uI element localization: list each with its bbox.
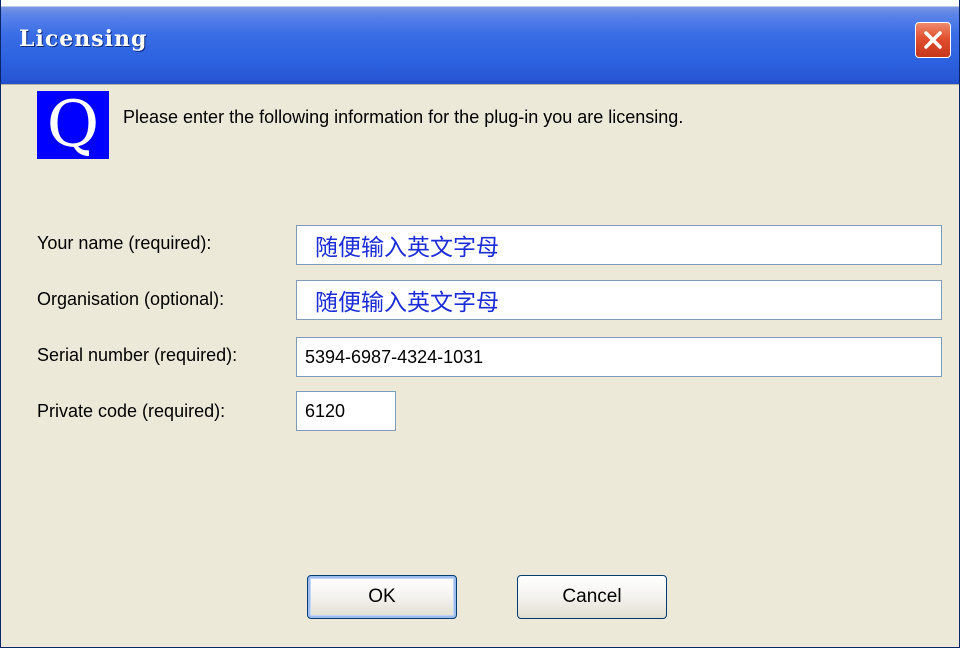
private-code-label: Private code (required):: [37, 401, 226, 421]
name-label: Your name (required):: [37, 233, 212, 253]
window-title: Licensing: [19, 26, 148, 52]
licensing-dialog: Licensing Q Please enter the following i…: [0, 0, 960, 648]
serial-number-field[interactable]: 5394-6987-4324-1031: [296, 337, 942, 377]
close-button[interactable]: [915, 22, 951, 58]
plugin-logo-icon: Q: [37, 91, 109, 159]
cancel-button[interactable]: Cancel: [517, 575, 667, 619]
ok-button[interactable]: OK: [307, 575, 457, 619]
intro-text: Please enter the following information f…: [123, 107, 684, 127]
private-code-field[interactable]: 6120: [296, 391, 396, 431]
title-bar[interactable]: Licensing: [1, 0, 959, 85]
organisation-field[interactable]: 随便输入英文字母: [296, 280, 942, 320]
name-field[interactable]: 随便输入英文字母: [296, 225, 942, 265]
close-icon: [924, 31, 942, 49]
organisation-label: Organisation (optional):: [37, 289, 225, 309]
serial-number-label: Serial number (required):: [37, 345, 238, 365]
dialog-body: Q Please enter the following information…: [1, 85, 959, 647]
